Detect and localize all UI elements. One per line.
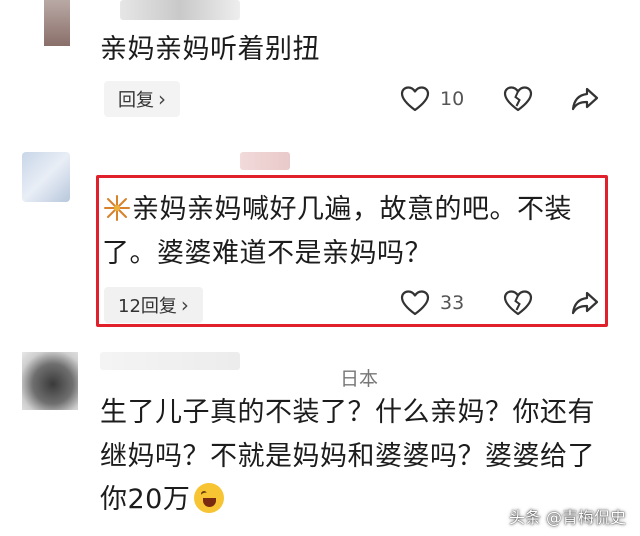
heart-icon <box>400 86 430 112</box>
comment-line: 你20万 <box>100 484 191 515</box>
comment-line: 了。婆婆难道不是亲妈吗？ <box>102 238 432 269</box>
username-blurred[interactable] <box>100 352 240 370</box>
reply-label: 12回复 <box>118 296 177 317</box>
chevron-right-icon: › <box>158 87 166 111</box>
comment-text: 亲妈亲妈喊好几遍，故意的吧。不装 <box>102 188 572 232</box>
dislike-button[interactable] <box>503 290 533 316</box>
username-blurred[interactable] <box>120 0 240 20</box>
watermark: 头条 @青梅侃史 <box>508 508 626 527</box>
location-label: 日本 <box>340 368 379 390</box>
chevron-right-icon: › <box>180 293 189 317</box>
like-count: 33 <box>440 292 465 314</box>
like-count: 10 <box>440 88 465 110</box>
share-button[interactable] <box>570 290 600 316</box>
comment-text: 亲妈亲妈听着别扭 <box>100 34 320 65</box>
avatar[interactable] <box>22 152 70 202</box>
username-blurred[interactable] <box>240 152 290 170</box>
avatar[interactable] <box>22 352 78 410</box>
comment-line: 亲妈亲妈喊好几遍，故意的吧。不装 <box>132 194 572 225</box>
reply-button[interactable]: 12回复 › <box>104 287 203 323</box>
avatar[interactable] <box>44 0 70 46</box>
laughing-crying-emoji-icon <box>194 482 225 513</box>
like-button[interactable]: 10 <box>400 86 464 112</box>
comment-line: 继妈吗？不就是妈妈和婆婆吗？婆婆给了 <box>100 441 595 472</box>
broken-heart-icon <box>503 290 533 316</box>
share-button[interactable] <box>570 86 600 112</box>
heart-icon <box>400 290 430 316</box>
reply-label: 回复 <box>118 90 154 111</box>
share-arrow-icon <box>570 86 600 112</box>
reply-button[interactable]: 回复 › <box>104 81 180 117</box>
fireworks-icon <box>102 193 132 223</box>
dislike-button[interactable] <box>503 86 533 112</box>
comment-line: 生了儿子真的不装了？什么亲妈？你还有 <box>100 397 595 428</box>
share-arrow-icon <box>570 290 600 316</box>
comment-text: 你20万 <box>100 478 225 522</box>
like-button[interactable]: 33 <box>400 290 464 316</box>
broken-heart-icon <box>503 86 533 112</box>
